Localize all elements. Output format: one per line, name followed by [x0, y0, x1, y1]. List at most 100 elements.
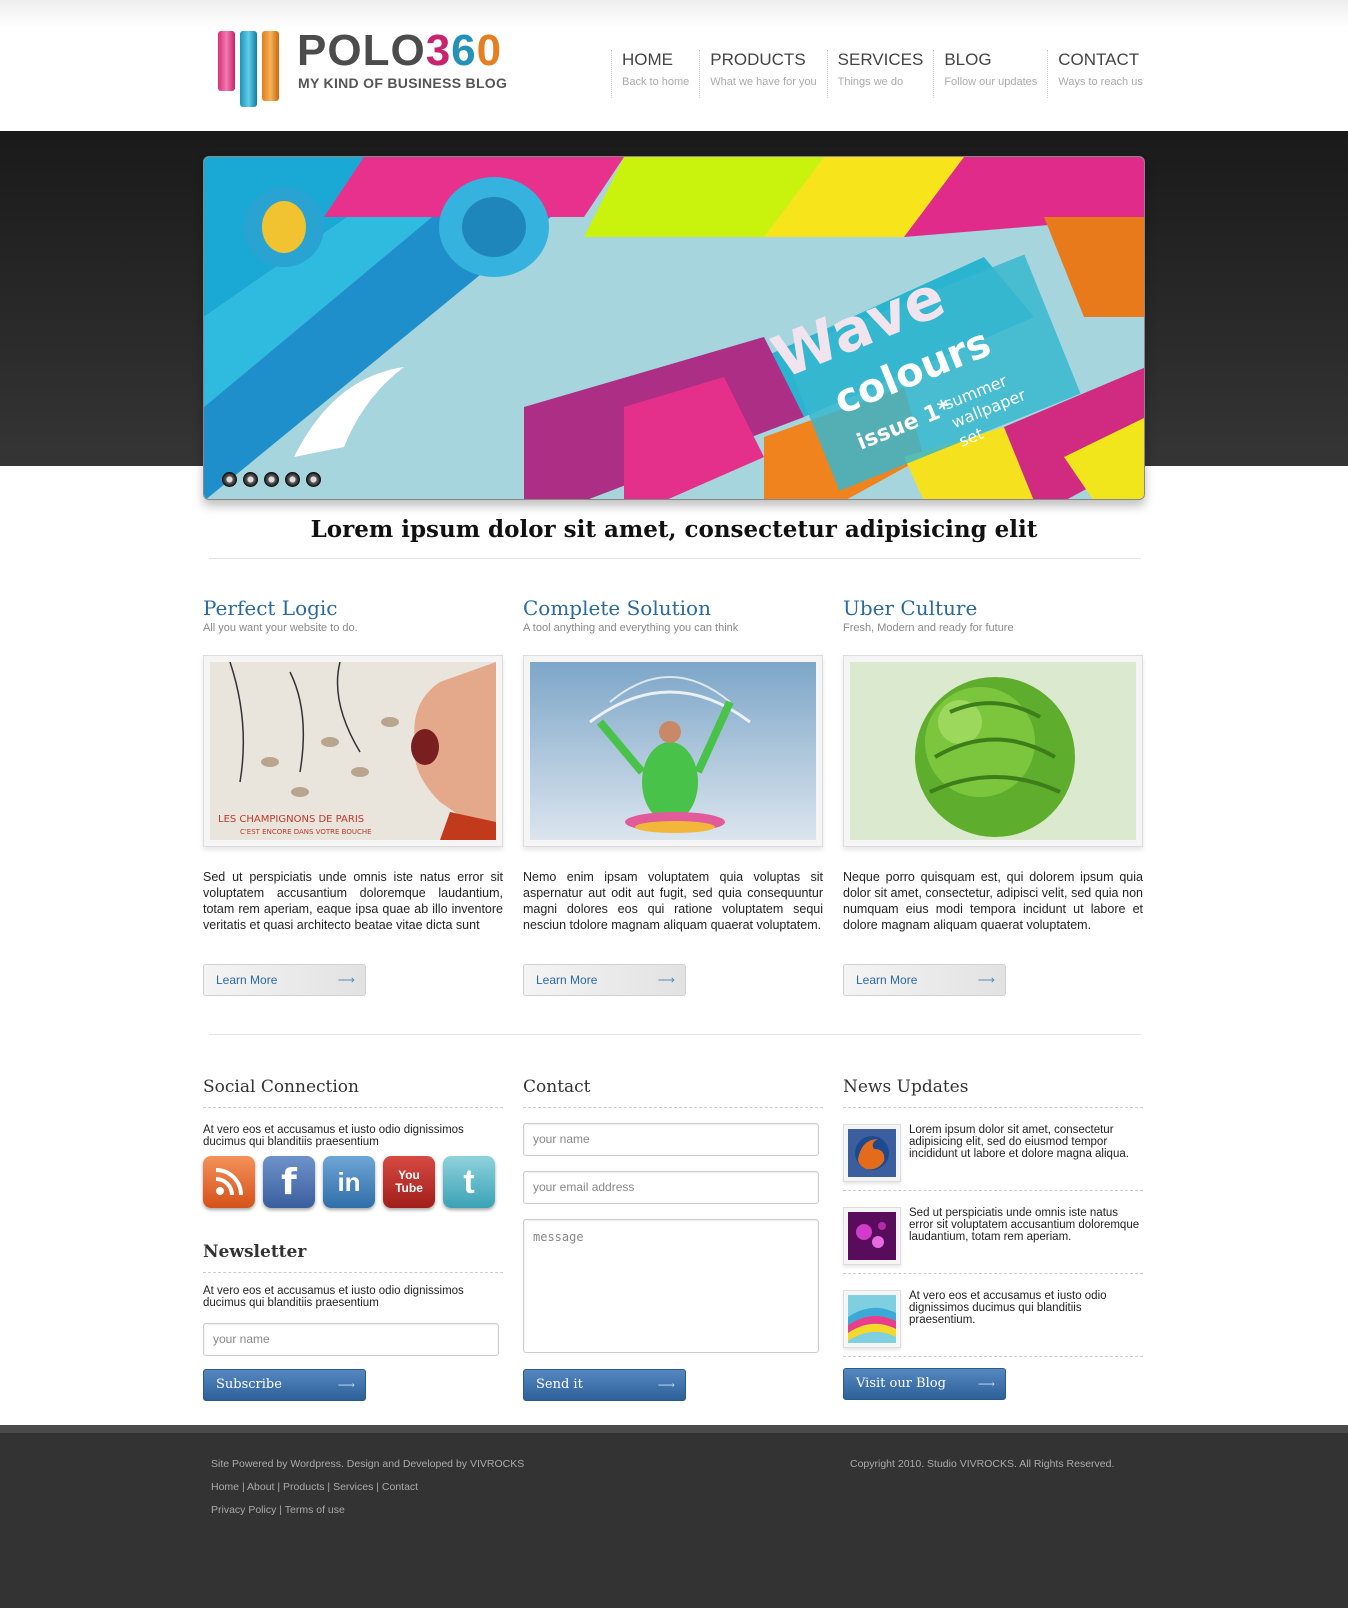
- main-nav: HOME Back to home PRODUCTS What we have …: [611, 50, 1153, 100]
- nav-item-sublabel: What we have for you: [710, 76, 817, 88]
- section-title: Contact: [523, 1077, 823, 1108]
- feature-image-frame: [523, 655, 823, 847]
- logo-digit-3: 3: [425, 26, 452, 75]
- arrow-right-icon: ⟶: [337, 1378, 355, 1392]
- nav-item-label: SERVICES: [837, 50, 924, 69]
- arrow-right-icon: ⟶: [657, 973, 675, 987]
- contact-name-input[interactable]: your name: [523, 1123, 819, 1156]
- footer-link-contact[interactable]: Contact: [382, 1481, 418, 1493]
- news-item[interactable]: Lorem ipsum dolor sit amet, consectetur …: [843, 1108, 1143, 1191]
- contact-section: Contact your name your email address mes…: [523, 1077, 823, 1401]
- nav-item-sublabel: Back to home: [622, 76, 690, 88]
- contact-email-input[interactable]: your email address: [523, 1171, 819, 1204]
- subscribe-label: Subscribe: [216, 1377, 282, 1392]
- twitter-icon[interactable]: t: [443, 1156, 495, 1208]
- footer-separator: |: [277, 1481, 281, 1493]
- nav-item-sublabel: Follow our updates: [944, 76, 1038, 88]
- feature-image-caption-2: C'EST ENCORE DANS VOTRE BOUCHE: [240, 828, 372, 836]
- contact-message-textarea[interactable]: message: [523, 1219, 819, 1353]
- nav-item-products[interactable]: PRODUCTS What we have for you: [699, 50, 826, 98]
- slider-dot-5[interactable]: [306, 472, 321, 487]
- slider-dot-2[interactable]: [243, 472, 258, 487]
- site-logo[interactable]: POLO360 MY KIND OF BUSINESS BLOG: [216, 26, 516, 108]
- visit-blog-button[interactable]: Visit our Blog ⟶: [843, 1368, 1006, 1400]
- hero-slide-image: Wave colours issue 1* summer wallpaper s…: [204, 157, 1144, 499]
- section-blurb: At vero eos et accusamus et iusto odio d…: [203, 1124, 464, 1148]
- section-title: News Updates: [843, 1077, 1143, 1108]
- feature-subtitle: A tool anything and everything you can t…: [523, 622, 739, 634]
- linkedin-icon[interactable]: in: [323, 1156, 375, 1208]
- learn-more-label: Learn More: [536, 973, 598, 987]
- feature-body: Neque porro quisquam est, qui dolorem ip…: [843, 870, 1143, 932]
- news-item[interactable]: Sed ut perspiciatis unde omnis iste natu…: [843, 1191, 1143, 1274]
- slider-pagination: [222, 472, 321, 487]
- slider-dot-1[interactable]: [222, 472, 237, 487]
- news-updates-section: News Updates Lorem ipsum dolor sit amet,…: [843, 1077, 1143, 1400]
- feature-uber-culture: Uber Culture Fresh, Modern and ready for…: [843, 596, 1143, 996]
- nav-item-label: HOME: [622, 50, 673, 69]
- feature-image-frame: [843, 655, 1143, 847]
- hero-slider[interactable]: Wave colours issue 1* summer wallpaper s…: [203, 156, 1145, 500]
- page-headline: Lorem ipsum dolor sit amet, consectetur …: [310, 516, 1038, 543]
- divider: [203, 1272, 503, 1273]
- feature-title: Perfect Logic: [203, 596, 338, 620]
- feature-image: LES CHAMPIGNONS DE PARIS C'EST ENCORE DA…: [210, 662, 496, 840]
- section-title: Social Connection: [203, 1077, 503, 1108]
- slider-dot-3[interactable]: [264, 472, 279, 487]
- logo-wordmark: POLO360: [297, 26, 502, 76]
- purple-orbs-icon: [848, 1212, 896, 1260]
- nav-item-sublabel: Ways to reach us: [1058, 76, 1143, 88]
- divider: [209, 558, 1141, 559]
- youtube-icon[interactable]: You Tube: [383, 1156, 435, 1208]
- logo-bar-pink: [218, 31, 235, 91]
- feature-image-caption: LES CHAMPIGNONS DE PARIS: [218, 814, 364, 825]
- feature-image-frame: LES CHAMPIGNONS DE PARIS C'EST ENCORE DA…: [203, 655, 503, 847]
- feature-subtitle: All you want your website to do.: [203, 622, 358, 634]
- news-text: Lorem ipsum dolor sit amet, consectetur …: [909, 1124, 1129, 1160]
- learn-more-button[interactable]: Learn More ⟶: [523, 964, 686, 996]
- nav-item-blog[interactable]: BLOG Follow our updates: [933, 50, 1047, 98]
- newsletter-name-input[interactable]: your name: [203, 1323, 499, 1356]
- site-footer: Site Powered by Wordpress. Design and De…: [0, 1425, 1348, 1608]
- slider-dot-4[interactable]: [285, 472, 300, 487]
- news-item[interactable]: At vero eos et accusamus et iusto odio d…: [843, 1274, 1143, 1357]
- feature-title: Complete Solution: [523, 596, 711, 620]
- nav-item-services[interactable]: SERVICES Things we do: [826, 50, 934, 98]
- footer-links: Home | About | Products | Services | Con…: [211, 1481, 418, 1493]
- send-label: Send it: [536, 1377, 583, 1392]
- footer-link-products[interactable]: Products: [283, 1481, 324, 1493]
- facebook-icon[interactable]: f: [263, 1156, 315, 1208]
- news-text: Sed ut perspiciatis unde omnis iste natu…: [909, 1207, 1140, 1243]
- learn-more-label: Learn More: [216, 973, 278, 987]
- nav-item-home[interactable]: HOME Back to home: [611, 50, 699, 98]
- feature-perfect-logic: Perfect Logic All you want your website …: [203, 596, 503, 996]
- newsletter-blurb: At vero eos et accusamus et iusto odio d…: [203, 1285, 464, 1309]
- send-button[interactable]: Send it ⟶: [523, 1369, 686, 1401]
- footer-separator: |: [376, 1481, 379, 1493]
- feature-body: Nemo enim ipsam voluptatem quia voluptas…: [523, 870, 823, 932]
- footer-separator: |: [279, 1504, 283, 1516]
- site-header: POLO360 MY KIND OF BUSINESS BLOG HOME Ba…: [0, 0, 1348, 131]
- rss-icon[interactable]: [203, 1156, 255, 1208]
- footer-link-privacy-policy[interactable]: Privacy Policy: [211, 1504, 276, 1516]
- logo-polo: POLO: [297, 26, 426, 75]
- nav-item-label: PRODUCTS: [710, 50, 806, 69]
- social-icons: f in You Tube t: [203, 1156, 503, 1208]
- nav-item-contact[interactable]: CONTACT Ways to reach us: [1047, 50, 1153, 98]
- footer-link-home[interactable]: Home: [211, 1481, 239, 1493]
- logo-bar-blue: [240, 31, 257, 107]
- learn-more-button[interactable]: Learn More ⟶: [843, 964, 1006, 996]
- feature-image: [530, 662, 816, 840]
- footer-credit: Site Powered by Wordpress. Design and De…: [211, 1458, 525, 1470]
- facebook-glyph: f: [281, 1161, 297, 1203]
- feature-subtitle: Fresh, Modern and ready for future: [843, 622, 1014, 634]
- footer-link-services[interactable]: Services: [333, 1481, 373, 1493]
- subscribe-button[interactable]: Subscribe ⟶: [203, 1369, 366, 1401]
- footer-link-about[interactable]: About: [247, 1481, 274, 1493]
- footer-copyright: Copyright 2010. Studio VIVROCKS. All Rig…: [850, 1458, 1115, 1470]
- youtube-glyph-tube: Tube: [395, 1181, 423, 1195]
- learn-more-label: Learn More: [856, 973, 918, 987]
- footer-link-terms[interactable]: Terms of use: [285, 1504, 345, 1516]
- learn-more-button[interactable]: Learn More ⟶: [203, 964, 366, 996]
- nav-item-sublabel: Things we do: [837, 76, 904, 88]
